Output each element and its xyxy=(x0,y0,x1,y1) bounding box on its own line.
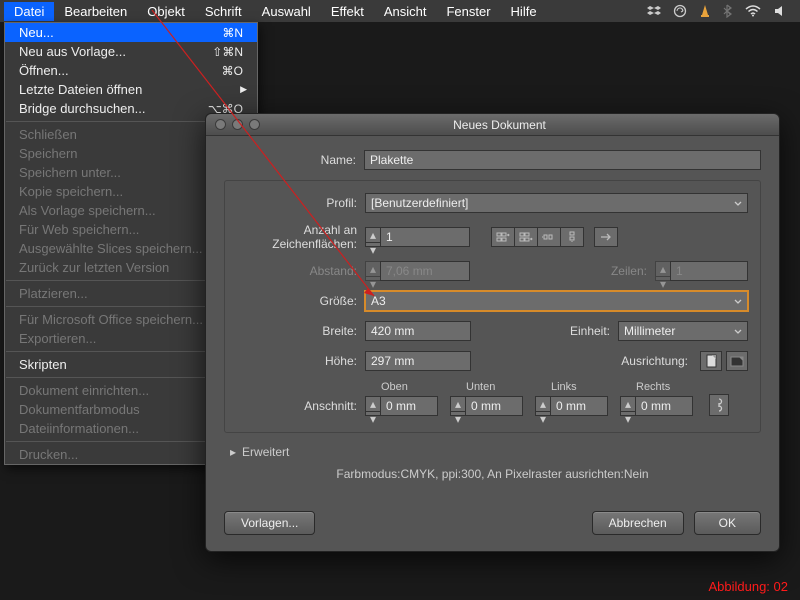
menu-fenster[interactable]: Fenster xyxy=(436,2,500,21)
advanced-label: Erweitert xyxy=(242,445,289,459)
volume-icon[interactable] xyxy=(768,5,796,17)
grid-col-icon[interactable] xyxy=(514,227,538,247)
orientation-landscape[interactable] xyxy=(726,351,748,371)
dropbox-icon[interactable] xyxy=(641,5,667,17)
arrange-ltr-icon[interactable] xyxy=(594,227,618,247)
name-input[interactable] xyxy=(364,150,761,170)
artboard-arrangement xyxy=(492,227,584,247)
grid-row-icon[interactable] xyxy=(491,227,515,247)
bleed-top-stepper[interactable]: ▴▾ xyxy=(365,396,381,416)
bleed-label: Anschnitt: xyxy=(225,399,365,416)
menu-datei[interactable]: Datei xyxy=(4,2,54,21)
profile-label: Profil: xyxy=(225,196,365,210)
name-label: Name: xyxy=(224,153,364,167)
col-icon[interactable] xyxy=(560,227,584,247)
menu-item-label: Öffnen... xyxy=(19,63,222,78)
width-label: Breite: xyxy=(225,324,365,338)
chevron-down-icon xyxy=(733,326,743,336)
profile-select[interactable]: [Benutzerdefiniert] xyxy=(365,193,748,213)
orientation-label: Ausrichtung: xyxy=(621,354,696,368)
unit-label: Einheit: xyxy=(570,324,618,338)
dialog-titlebar[interactable]: Neues Dokument xyxy=(206,114,779,136)
submenu-arrow-icon: ▶ xyxy=(240,84,247,95)
wifi-icon[interactable] xyxy=(738,5,768,17)
row-rtl-icon[interactable] xyxy=(537,227,561,247)
bleed-left-stepper[interactable]: ▴▾ xyxy=(535,396,551,416)
menu-effekt[interactable]: Effekt xyxy=(321,2,374,21)
document-summary: Farbmodus:CMYK, ppi:300, An Pixelraster … xyxy=(224,467,761,481)
spacing-input xyxy=(380,261,470,281)
menu-ansicht[interactable]: Ansicht xyxy=(374,2,437,21)
chevron-down-icon xyxy=(733,296,743,306)
menu-item[interactable]: Letzte Dateien öffnen▶ xyxy=(5,80,257,99)
cancel-button[interactable]: Abbrechen xyxy=(592,511,684,535)
bleed-top-label: Oben xyxy=(365,381,438,393)
size-value: A3 xyxy=(371,294,386,308)
dialog-title: Neues Dokument xyxy=(220,118,779,132)
width-input[interactable] xyxy=(365,321,471,341)
menu-shortcut: ⇧⌘N xyxy=(212,45,243,59)
bleed-bottom-stepper[interactable]: ▴▾ xyxy=(450,396,466,416)
bleed-left-input[interactable] xyxy=(550,396,608,416)
spacing-label: Abstand: xyxy=(225,264,365,278)
triangle-right-icon: ▸ xyxy=(230,445,236,459)
menu-item-label: Letzte Dateien öffnen xyxy=(19,82,243,97)
menu-item-label: Neu aus Vorlage... xyxy=(19,44,212,59)
rows-label: Zeilen: xyxy=(611,264,655,278)
menu-shortcut: ⌘O xyxy=(222,64,243,78)
menubar: Datei Bearbeiten Objekt Schrift Auswahl … xyxy=(0,0,800,22)
bleed-top-input[interactable] xyxy=(380,396,438,416)
menu-bearbeiten[interactable]: Bearbeiten xyxy=(54,2,137,21)
menu-hilfe[interactable]: Hilfe xyxy=(501,2,547,21)
height-label: Höhe: xyxy=(225,354,365,368)
new-document-dialog: Neues Dokument Name: Profil: [Benutzerde… xyxy=(205,113,780,552)
menu-item[interactable]: Öffnen...⌘O xyxy=(5,61,257,80)
rows-input xyxy=(670,261,748,281)
chevron-down-icon xyxy=(733,198,743,208)
unit-value: Millimeter xyxy=(624,324,675,338)
size-label: Größe: xyxy=(225,294,365,308)
bluetooth-icon[interactable] xyxy=(717,4,738,18)
menu-objekt[interactable]: Objekt xyxy=(137,2,195,21)
templates-button[interactable]: Vorlagen... xyxy=(224,511,315,535)
height-input[interactable] xyxy=(365,351,471,371)
bleed-left-label: Links xyxy=(535,381,608,393)
bleed-right-input[interactable] xyxy=(635,396,693,416)
artboards-input[interactable] xyxy=(380,227,470,247)
menu-item[interactable]: Neu...⌘N xyxy=(5,23,257,42)
figure-caption: Abbildung: 02 xyxy=(708,579,788,594)
menu-item-label: Neu... xyxy=(19,25,222,40)
link-bleed-icon[interactable] xyxy=(709,394,729,416)
unit-select[interactable]: Millimeter xyxy=(618,321,748,341)
advanced-toggle[interactable]: ▸ Erweitert xyxy=(230,445,761,459)
menu-item[interactable]: Neu aus Vorlage...⇧⌘N xyxy=(5,42,257,61)
ok-button[interactable]: OK xyxy=(694,511,761,535)
vlc-icon[interactable] xyxy=(693,4,717,18)
profile-value: [Benutzerdefiniert] xyxy=(371,196,468,210)
menu-item-label: Bridge durchsuchen... xyxy=(19,101,208,116)
orientation-portrait[interactable] xyxy=(700,351,722,371)
artboards-stepper[interactable]: ▴▾ xyxy=(365,227,381,247)
bleed-bottom-label: Unten xyxy=(450,381,523,393)
bleed-bottom-input[interactable] xyxy=(465,396,523,416)
bleed-right-label: Rechts xyxy=(620,381,693,393)
bleed-right-stepper[interactable]: ▴▾ xyxy=(620,396,636,416)
menu-schrift[interactable]: Schrift xyxy=(195,2,252,21)
rows-stepper: ▴▾ xyxy=(655,261,671,281)
size-select[interactable]: A3 xyxy=(365,291,748,311)
menu-shortcut: ⌘N xyxy=(222,26,243,40)
menu-auswahl[interactable]: Auswahl xyxy=(252,2,321,21)
sync-icon[interactable] xyxy=(667,4,693,18)
artboards-label: Anzahl an Zeichenflächen: xyxy=(225,223,365,251)
spacing-stepper: ▴▾ xyxy=(365,261,381,281)
